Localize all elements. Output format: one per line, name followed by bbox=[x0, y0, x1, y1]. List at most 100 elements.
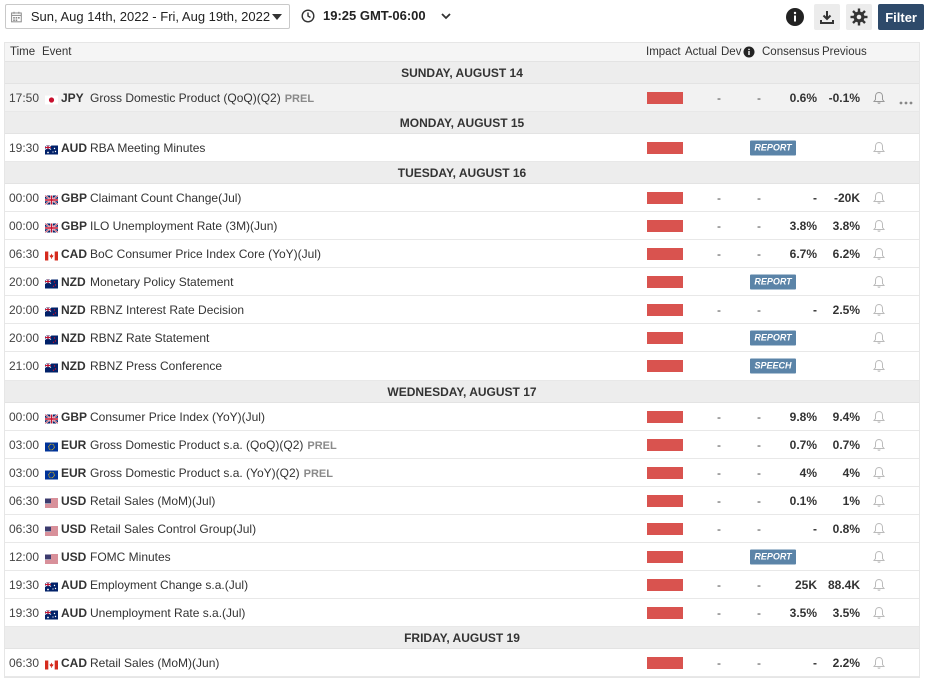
event-name[interactable]: Consumer Price Index (YoY)(Jul) bbox=[90, 410, 265, 424]
previous-value: 3.8% bbox=[832, 218, 860, 233]
event-row[interactable]: 19:30 AUD Unemployment Rate s.a.(Jul) - - 3.5… bbox=[5, 599, 919, 627]
event-row[interactable]: 19:30 AUD Employment Change s.a.(Jul) - - 25K… bbox=[5, 571, 919, 599]
more-options-icon[interactable] bbox=[899, 95, 913, 104]
bell-icon[interactable] bbox=[872, 550, 886, 564]
event-row[interactable]: 06:30 USD Retail Sales (MoM)(Jul) - - 0.1% 1% bbox=[5, 487, 919, 515]
event-name[interactable]: Unemployment Rate s.a.(Jul) bbox=[90, 606, 245, 620]
bell-icon[interactable] bbox=[872, 275, 886, 289]
impact-bar bbox=[647, 550, 683, 563]
date-range-picker[interactable]: Sun, Aug 14th, 2022 - Fri, Aug 19th, 202… bbox=[5, 4, 290, 29]
bell-icon[interactable] bbox=[872, 410, 886, 424]
previous-value: 6.2% bbox=[832, 246, 860, 261]
event-time: 20:00 bbox=[9, 330, 40, 345]
event-row[interactable]: 06:30 CAD BoC Consumer Price Index Core (Y… bbox=[5, 240, 919, 268]
filter-button[interactable]: Filter bbox=[878, 4, 924, 30]
event-row[interactable]: 19:30 AUD RBA Meeting Minutes REPORT bbox=[5, 134, 919, 162]
currency-code: JPY bbox=[61, 90, 84, 105]
event-name[interactable]: Employment Change s.a.(Jul) bbox=[90, 578, 248, 592]
event-name[interactable]: RBA Meeting Minutes bbox=[90, 141, 205, 155]
consensus-value: 25K bbox=[794, 577, 817, 592]
consensus-value: 0.1% bbox=[789, 493, 817, 508]
info-icon bbox=[786, 8, 805, 26]
dev-value: - bbox=[757, 302, 761, 317]
bell-icon[interactable] bbox=[872, 247, 886, 261]
bell-icon[interactable] bbox=[872, 494, 886, 508]
settings-button[interactable] bbox=[846, 4, 873, 30]
event-name[interactable]: Gross Domestic Product s.a. (YoY)(Q2) PRE… bbox=[90, 466, 333, 480]
previous-value: 9.4% bbox=[832, 409, 860, 424]
event-time: 06:30 bbox=[9, 493, 40, 508]
event-name[interactable]: Gross Domestic Product (QoQ)(Q2) PREL bbox=[90, 91, 314, 105]
event-name[interactable]: Gross Domestic Product s.a. (QoQ)(Q2) PRE… bbox=[90, 438, 337, 452]
eu-flag-icon bbox=[45, 468, 58, 479]
bell-icon[interactable] bbox=[872, 606, 886, 620]
info-button[interactable] bbox=[782, 4, 808, 30]
bell-icon[interactable] bbox=[872, 359, 886, 373]
dev-value: - bbox=[757, 605, 761, 620]
eu-flag-icon bbox=[45, 440, 58, 451]
event-name[interactable]: RBNZ Press Conference bbox=[90, 359, 222, 373]
currency-code: AUD bbox=[61, 577, 87, 592]
prel-tag: PREL bbox=[303, 467, 333, 480]
bell-icon[interactable] bbox=[872, 331, 886, 345]
consensus-value: - bbox=[813, 302, 817, 317]
prel-tag: PREL bbox=[284, 92, 315, 105]
currency-code: NZD bbox=[61, 274, 86, 289]
bell-icon[interactable] bbox=[872, 438, 886, 452]
bell-icon[interactable] bbox=[872, 141, 886, 155]
event-row[interactable]: 20:00 NZD Monetary Policy Statement REPORT bbox=[5, 268, 919, 296]
event-name-text: Unemployment Rate s.a.(Jul) bbox=[90, 605, 246, 620]
dev-info-icon[interactable] bbox=[743, 46, 755, 58]
event-row[interactable]: 06:30 USD Retail Sales Control Group(Jul) -… bbox=[5, 515, 919, 543]
consensus-value: 3.8% bbox=[789, 218, 817, 233]
dev-value: - bbox=[757, 246, 761, 261]
event-name[interactable]: BoC Consumer Price Index Core (YoY)(Jul) bbox=[90, 247, 321, 261]
event-name[interactable]: Claimant Count Change(Jul) bbox=[90, 191, 241, 205]
event-name[interactable]: Retail Sales Control Group(Jul) bbox=[90, 522, 256, 536]
bell-icon[interactable] bbox=[872, 656, 886, 670]
impact-bar bbox=[647, 522, 683, 535]
event-row[interactable]: 21:00 NZD RBNZ Press Conference SPEECH bbox=[5, 352, 919, 381]
economic-calendar-table: Time Event Impact Actual Dev Consensus P… bbox=[4, 42, 920, 678]
event-time: 19:30 bbox=[9, 605, 40, 620]
previous-value: 2.5% bbox=[832, 302, 860, 317]
bell-icon[interactable] bbox=[872, 91, 886, 105]
bell-icon[interactable] bbox=[872, 578, 886, 592]
impact-bar bbox=[647, 466, 683, 479]
dev-value: - bbox=[757, 577, 761, 592]
event-row[interactable]: 12:00 USD FOMC Minutes REPORT bbox=[5, 543, 919, 571]
event-row[interactable]: 17:50 JPY Gross Domestic Product (QoQ)(Q2)… bbox=[5, 84, 919, 112]
event-time: 00:00 bbox=[9, 190, 40, 205]
bell-icon[interactable] bbox=[872, 522, 886, 536]
event-row[interactable]: 00:00 GBP Claimant Count Change(Jul) - - - -20… bbox=[5, 184, 919, 212]
event-row[interactable]: 00:00 GBP ILO Unemployment Rate (3M)(Jun) -… bbox=[5, 212, 919, 240]
event-name-text: Retail Sales Control Group(Jul) bbox=[90, 521, 257, 536]
event-time: 06:30 bbox=[9, 655, 40, 670]
event-row[interactable]: 06:30 CAD Retail Sales (MoM)(Jun) - - -2.2% bbox=[5, 649, 919, 677]
bell-icon[interactable] bbox=[872, 191, 886, 205]
previous-value: 0.8% bbox=[832, 521, 860, 536]
event-row[interactable]: 20:00 NZD RBNZ Interest Rate Decision - - -2.… bbox=[5, 296, 919, 324]
timezone-selector[interactable]: 19:25 GMT-06:00 bbox=[301, 8, 452, 23]
event-name[interactable]: RBNZ Rate Statement bbox=[90, 331, 209, 345]
caret-down-icon[interactable] bbox=[270, 9, 283, 25]
bell-icon[interactable] bbox=[872, 466, 886, 480]
event-row[interactable]: 20:00 NZD RBNZ Rate Statement REPORT bbox=[5, 324, 919, 352]
dev-value: - bbox=[757, 521, 761, 536]
previous-value: -0.1% bbox=[828, 90, 860, 105]
event-name[interactable]: Monetary Policy Statement bbox=[90, 275, 233, 289]
event-name[interactable]: Retail Sales (MoM)(Jul) bbox=[90, 494, 215, 508]
download-button[interactable] bbox=[814, 4, 841, 30]
event-row[interactable]: 00:00 GBP Consumer Price Index (YoY)(Jul) -… bbox=[5, 403, 919, 431]
bell-icon[interactable] bbox=[872, 303, 886, 317]
event-name[interactable]: Retail Sales (MoM)(Jun) bbox=[90, 656, 219, 670]
event-name[interactable]: RBNZ Interest Rate Decision bbox=[90, 303, 244, 317]
event-row[interactable]: 03:00 EUR Gross Domestic Product s.a. (QoQ… bbox=[5, 431, 919, 459]
event-row[interactable]: 03:00 EUR Gross Domestic Product s.a. (YoY… bbox=[5, 459, 919, 487]
currency-code: AUD bbox=[61, 605, 87, 620]
event-name[interactable]: ILO Unemployment Rate (3M)(Jun) bbox=[90, 219, 277, 233]
event-name-text: Monetary Policy Statement bbox=[90, 274, 234, 289]
event-type-badge: SPEECH bbox=[750, 358, 796, 374]
bell-icon[interactable] bbox=[872, 219, 886, 233]
event-name[interactable]: FOMC Minutes bbox=[90, 550, 171, 564]
